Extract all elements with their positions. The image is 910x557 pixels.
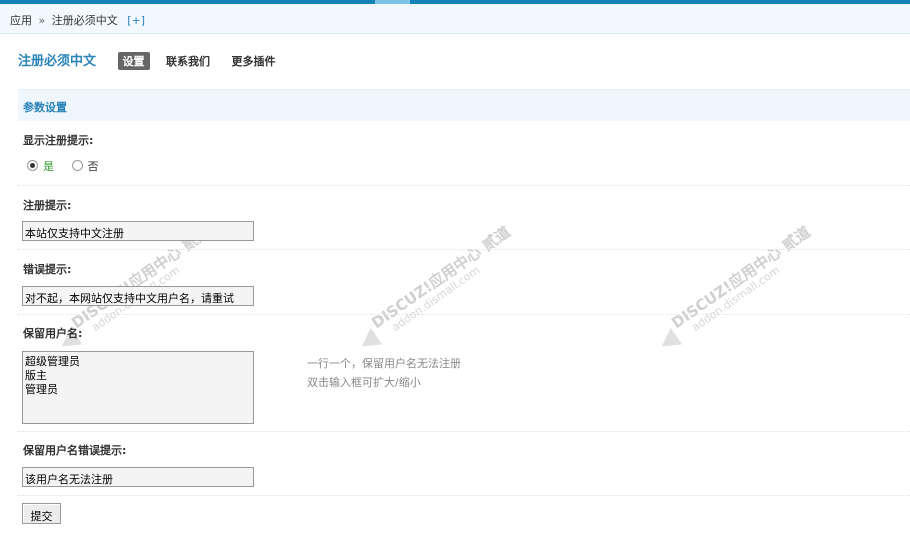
submit-button[interactable]: 提交 bbox=[22, 503, 61, 524]
show-tip-label: 显示注册提示: bbox=[23, 134, 94, 147]
error-tip-input[interactable]: 对不起，本网站仅支持中文用户名，请重试 bbox=[22, 286, 254, 306]
reserved-name-line: 管理员 bbox=[25, 383, 58, 396]
watermark-arrow-icon bbox=[655, 327, 683, 355]
reserved-names-help: 一行一个，保留用户名无法注册 bbox=[307, 357, 461, 370]
tab-more-plugins[interactable]: 更多插件 bbox=[227, 52, 281, 70]
radio-no[interactable] bbox=[71, 160, 83, 171]
tab-contact-us[interactable]: 联系我们 bbox=[161, 52, 215, 70]
row-divider bbox=[18, 185, 910, 186]
watermark: DISCUZ!应用中心 贰道 addon.dismall.com bbox=[355, 207, 563, 373]
reg-tip-input[interactable]: 本站仅支持中文注册 bbox=[22, 221, 254, 241]
reserved-name-line: 超级管理员 bbox=[25, 355, 80, 368]
error-tip-label: 错误提示: bbox=[23, 263, 72, 276]
reserved-names-textarea[interactable]: 超级管理员 版主 管理员 bbox=[22, 351, 254, 424]
row-divider bbox=[18, 314, 910, 315]
watermark-arrow-icon bbox=[355, 327, 383, 355]
add-shortcut-link[interactable]: [+] bbox=[127, 14, 145, 27]
row-divider bbox=[18, 431, 910, 432]
row-divider bbox=[18, 249, 910, 250]
reserved-names-label: 保留用户名: bbox=[23, 327, 83, 340]
tab-settings[interactable]: 设置 bbox=[117, 52, 150, 70]
breadcrumb-separator: » bbox=[38, 14, 46, 27]
breadcrumb-current: 注册必须中文 bbox=[51, 14, 118, 27]
reserved-names-help-resize: 双击输入框可扩大/缩小 bbox=[307, 376, 421, 389]
radio-yes[interactable] bbox=[27, 160, 38, 171]
row-divider bbox=[18, 495, 910, 496]
reserved-name-line: 版主 bbox=[25, 369, 47, 382]
reg-tip-label: 注册提示: bbox=[23, 199, 72, 212]
reserved-error-label: 保留用户名错误提示: bbox=[23, 444, 127, 457]
section-title: 参数设置 bbox=[18, 89, 910, 121]
radio-no-label[interactable]: 否 bbox=[88, 160, 99, 173]
breadcrumb-root[interactable]: 应用 bbox=[10, 14, 32, 27]
reserved-error-input[interactable]: 该用户名无法注册 bbox=[22, 467, 254, 487]
plugin-title: 注册必须中文 bbox=[18, 54, 97, 69]
watermark: DISCUZ!应用中心 贰道 addon.dismall.com bbox=[655, 207, 863, 373]
radio-yes-label[interactable]: 是 bbox=[43, 160, 54, 173]
breadcrumb: 应用 » 注册必须中文 [+] bbox=[0, 4, 910, 34]
show-tip-radio-group: 是 否 bbox=[27, 158, 99, 174]
plugin-header: 注册必须中文 设置 联系我们 更多插件 bbox=[18, 50, 289, 70]
